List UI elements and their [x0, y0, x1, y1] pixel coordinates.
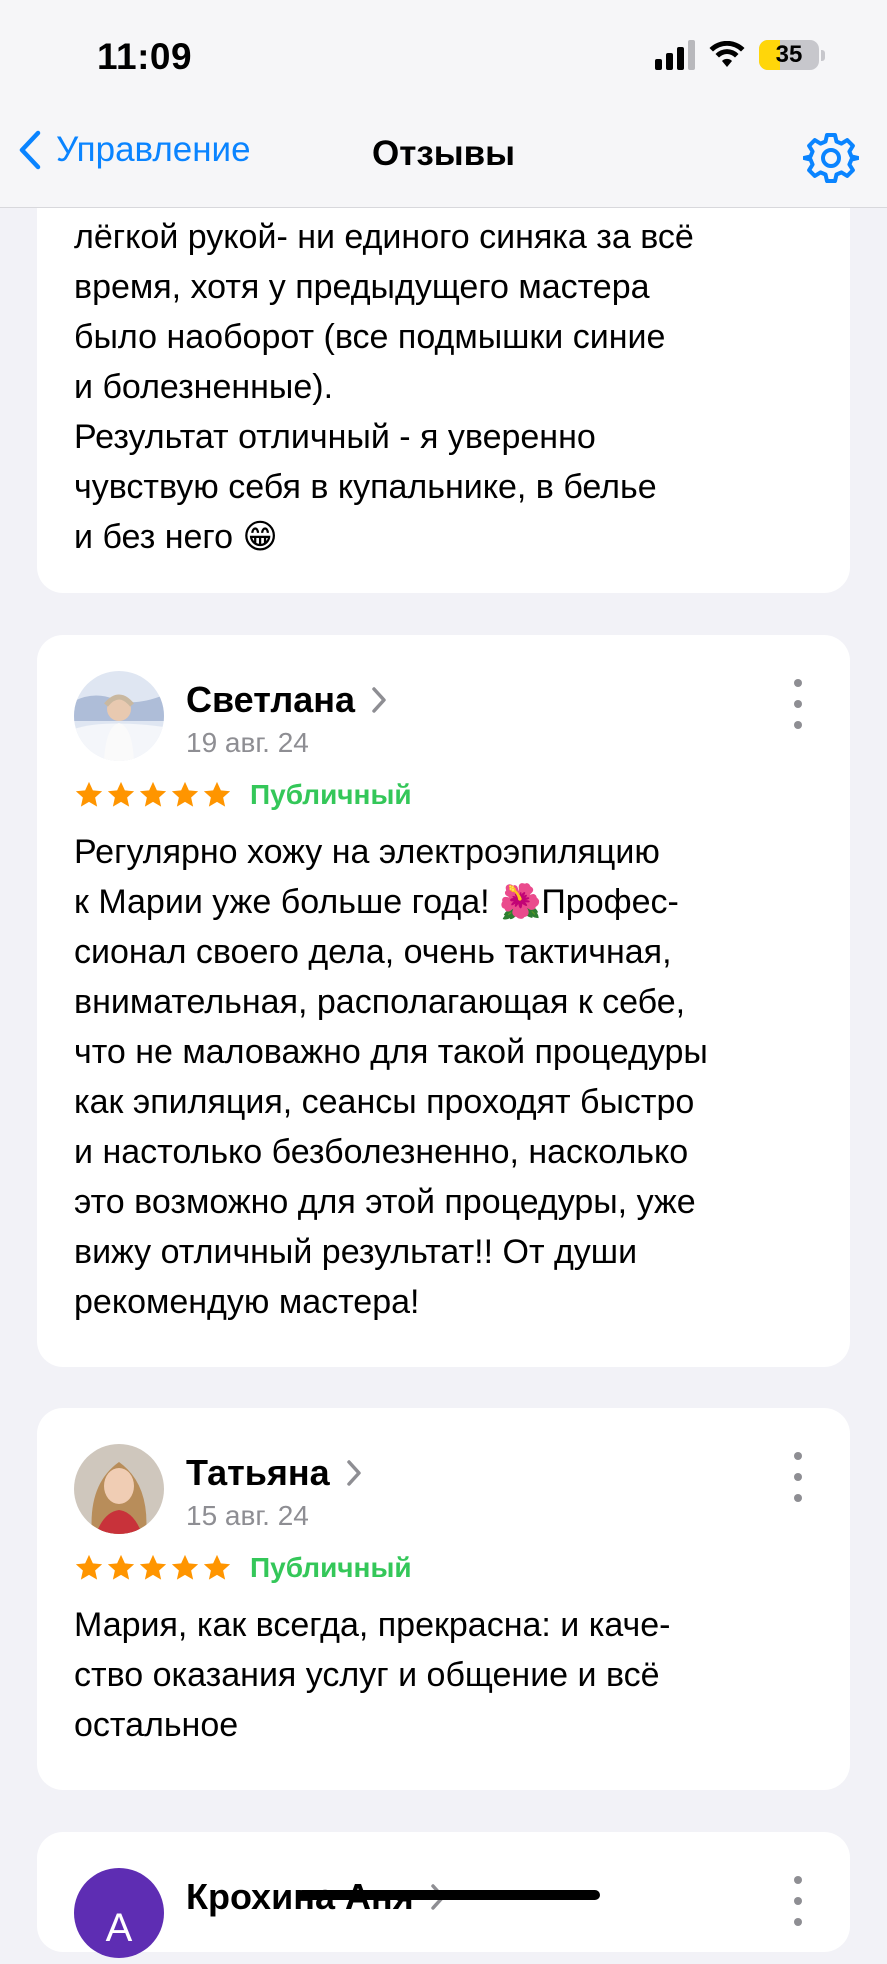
reviewer-name-link[interactable]: Татьяна: [186, 1452, 362, 1494]
avatar-photo: [74, 671, 164, 761]
wifi-icon: [709, 41, 745, 67]
review-date: 19 авг. 24: [186, 727, 309, 758]
star-icon: [203, 1554, 231, 1580]
status-icons: 35: [655, 40, 825, 70]
avatar-letter: А: [105, 1905, 133, 1950]
star-rating: [74, 780, 232, 810]
review-card: Татьяна 15 авг. 24 Публичный Мария, как …: [37, 1408, 850, 1790]
more-options-button[interactable]: [783, 679, 813, 729]
review-card: лёгкой рукой- ни единого синяка за всё в…: [37, 160, 850, 593]
star-icon: [107, 1554, 135, 1580]
star-icon: [107, 781, 135, 807]
review-text: Мария, как всегда, прекрасна: и каче- ст…: [74, 1606, 671, 1744]
page-title: Отзывы: [371, 134, 516, 173]
battery-icon: 35: [759, 40, 825, 70]
star-icon: [171, 1554, 199, 1580]
public-badge: Публичный: [250, 779, 412, 810]
star-icon: [171, 781, 199, 807]
star-icon: [75, 781, 103, 807]
avatar-photo: [74, 1444, 164, 1534]
star-icon: [139, 781, 167, 807]
more-options-button[interactable]: [783, 1452, 813, 1502]
avatar[interactable]: [74, 671, 164, 761]
settings-button[interactable]: [802, 130, 860, 186]
review-text: Регулярно хожу на электроэпиляцию к Мари…: [74, 833, 708, 1321]
more-options-button[interactable]: [783, 1876, 813, 1926]
star-icon: [203, 781, 231, 807]
reviewer-name: Светлана: [186, 679, 356, 720]
reviewer-name-link[interactable]: Светлана: [186, 679, 387, 721]
chevron-right-icon: [372, 687, 386, 713]
review-date: 15 авг. 24: [186, 1500, 309, 1531]
cellular-signal-icon: [655, 40, 695, 70]
top-bar: 11:09 35 Управление Отзывы: [0, 0, 887, 208]
chevron-right-icon: [346, 1460, 361, 1486]
review-card: Светлана 19 авг. 24 Публичный Регулярно …: [37, 635, 850, 1367]
home-indicator[interactable]: [297, 1890, 600, 1900]
battery-percent: 35: [775, 41, 803, 68]
star-icon: [75, 1554, 103, 1580]
avatar[interactable]: А: [74, 1868, 164, 1958]
avatar[interactable]: [74, 1444, 164, 1534]
rating-row: Публичный: [74, 1548, 813, 1588]
status-time: 11:09: [97, 36, 193, 77]
public-badge: Публичный: [250, 1552, 412, 1583]
star-rating: [74, 1553, 232, 1583]
rating-row: Публичный: [74, 775, 813, 815]
reviewer-name: Татьяна: [186, 1452, 330, 1493]
review-text: лёгкой рукой- ни единого синяка за всё в…: [74, 218, 694, 556]
star-icon: [139, 1554, 167, 1580]
gear-icon: [802, 133, 860, 183]
